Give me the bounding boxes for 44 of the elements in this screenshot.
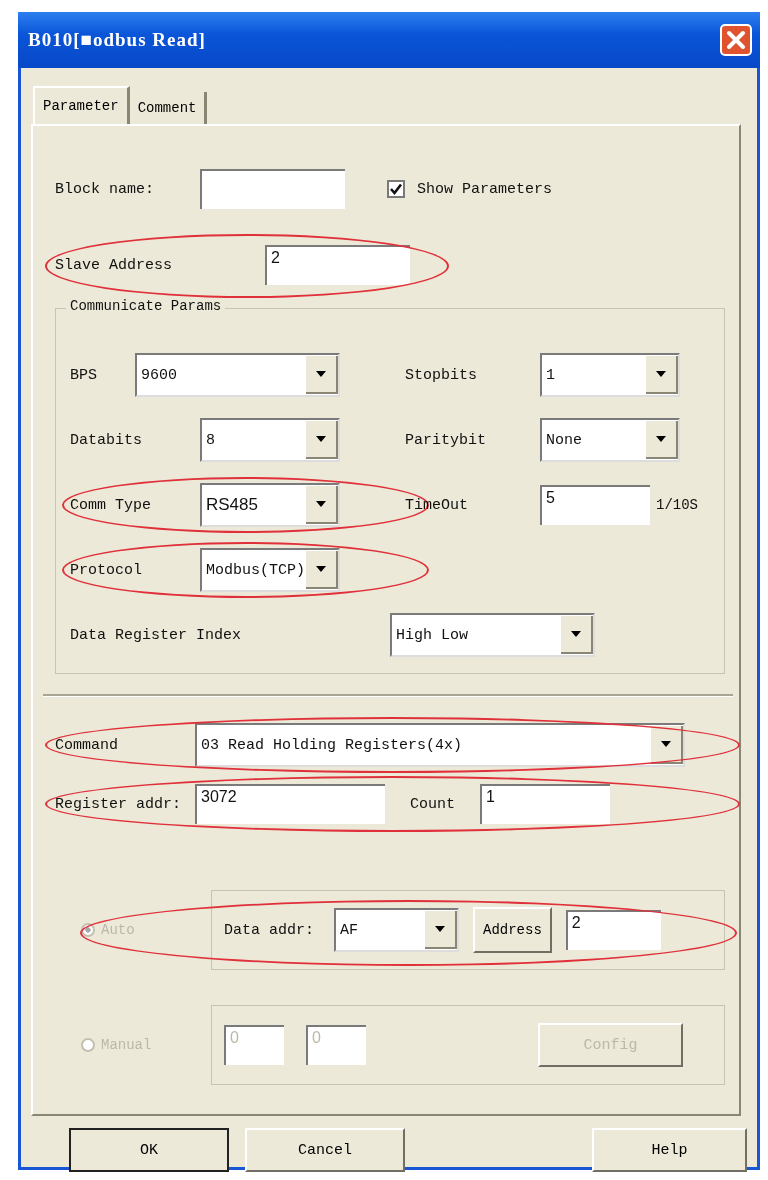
window-title: B010[■odbus Read] <box>28 29 206 51</box>
caret-icon <box>315 435 327 443</box>
caret-icon <box>660 740 672 748</box>
close-icon[interactable] <box>720 24 752 56</box>
dialog-button[interactable]: OK <box>69 1128 229 1172</box>
dropdown[interactable]: RS485 <box>200 483 340 527</box>
field-label: Paritybit <box>405 431 487 449</box>
caret-icon <box>434 925 446 933</box>
field-label: Comm Type <box>70 496 152 514</box>
text-field[interactable]: 5 <box>540 485 650 525</box>
dropdown[interactable]: High Low <box>390 613 595 657</box>
checkbox[interactable] <box>387 180 405 198</box>
caret-icon <box>570 630 582 638</box>
field-label: Data addr: <box>224 921 314 939</box>
field-label: Data Register Index <box>70 626 243 644</box>
caret-icon <box>315 370 327 378</box>
caret-icon <box>655 370 667 378</box>
unit-label: 1/10S <box>656 497 698 513</box>
checkbox-label: Show Parameters <box>417 180 553 198</box>
field-label: Block name: <box>55 180 156 198</box>
command-dropdown[interactable]: 03 Read Holding Registers(4x) <box>195 723 685 767</box>
caret-icon <box>315 500 327 508</box>
dialog-button[interactable]: Cancel <box>245 1128 405 1172</box>
dropdown[interactable]: 1 <box>540 353 680 397</box>
caret-icon <box>655 435 667 443</box>
field-label: BPS <box>70 366 98 384</box>
slave-address-field[interactable]: 2 <box>265 245 410 285</box>
dropdown[interactable]: 9600 <box>135 353 340 397</box>
dropdown[interactable]: Modbus(TCP) <box>200 548 340 592</box>
field-label: Register addr: <box>55 795 183 813</box>
count-field[interactable]: 1 <box>480 784 610 824</box>
dropdown[interactable]: None <box>540 418 680 462</box>
field-label: Command <box>55 736 119 754</box>
register-address-field[interactable]: 3072 <box>195 784 385 824</box>
dialog-button[interactable]: Help <box>592 1128 747 1172</box>
field-label: Databits <box>70 431 143 449</box>
field-label: Protocol <box>70 561 143 579</box>
field-label: Count <box>409 795 456 813</box>
field-label: Slave Address <box>55 256 174 274</box>
dropdown[interactable]: 8 <box>200 418 340 462</box>
field-label: Stopbits <box>405 366 478 384</box>
tab[interactable]: Parameter <box>33 86 130 124</box>
caret-icon <box>315 565 327 573</box>
block-name-field[interactable] <box>200 169 345 209</box>
